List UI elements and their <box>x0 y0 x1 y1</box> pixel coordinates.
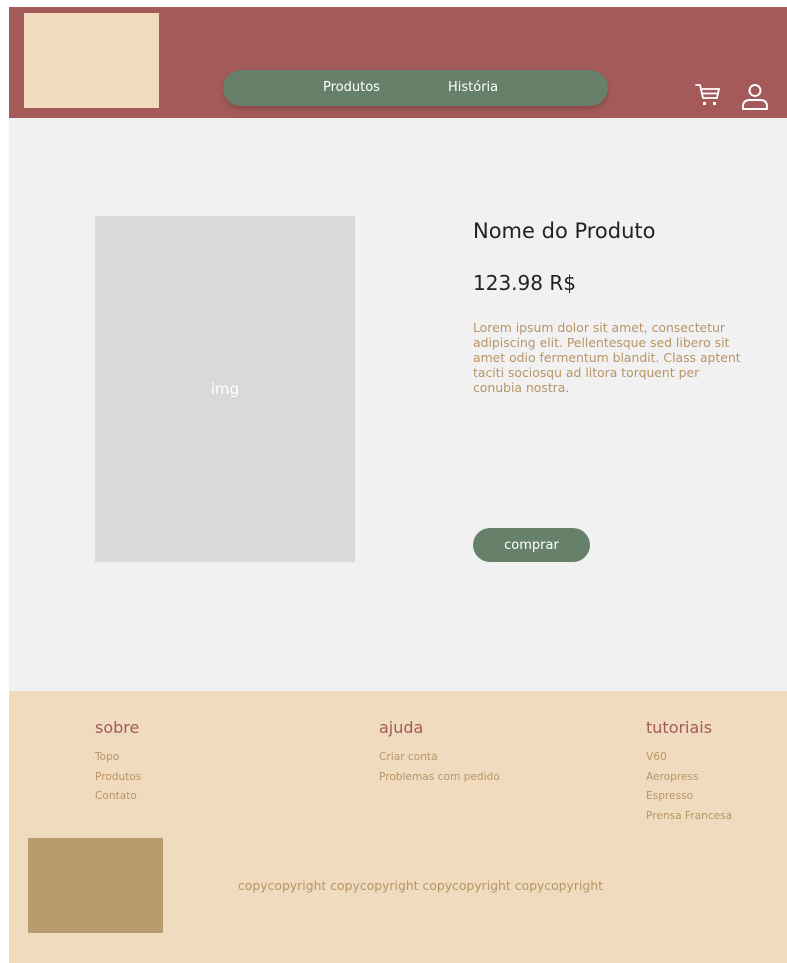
product-name: Nome do Produto <box>473 219 656 243</box>
product-price: 123.98 R$ <box>473 271 576 295</box>
footer-link-produtos[interactable]: Produtos <box>95 768 141 788</box>
product-image-label: img <box>210 380 240 398</box>
footer-link-v60[interactable]: V60 <box>646 748 732 768</box>
site-logo[interactable] <box>24 13 159 108</box>
footer-link-espresso[interactable]: Espresso <box>646 787 732 807</box>
footer-column-tutoriais: tutoriais V60 Aeropress Espresso Prensa … <box>646 718 732 826</box>
cart-icon[interactable] <box>695 81 721 111</box>
page: Produtos História img Nome do Produto 12… <box>9 7 787 963</box>
footer-column-sobre: sobre Topo Produtos Contato <box>95 718 141 807</box>
product-description: Lorem ipsum dolor sit amet, consectetur … <box>473 320 741 395</box>
site-header: Produtos História <box>9 7 787 118</box>
user-icon[interactable] <box>740 82 770 112</box>
footer-logo <box>28 838 163 933</box>
copyright-text: copycopyright copycopyright copycopyrigh… <box>238 878 603 893</box>
footer-link-prensa-francesa[interactable]: Prensa Francesa <box>646 807 732 827</box>
nav-link-produtos[interactable]: Produtos <box>323 80 380 96</box>
footer-link-criar-conta[interactable]: Criar conta <box>379 748 500 768</box>
buy-button[interactable]: comprar <box>473 528 590 562</box>
nav-link-historia[interactable]: História <box>448 80 498 96</box>
site-footer: sobre Topo Produtos Contato ajuda Criar … <box>9 691 787 963</box>
footer-link-aeropress[interactable]: Aeropress <box>646 768 732 788</box>
footer-column-ajuda: ajuda Criar conta Problemas com pedido <box>379 718 500 787</box>
footer-heading-tutoriais: tutoriais <box>646 718 713 737</box>
product-image: img <box>95 216 355 562</box>
main-nav: Produtos História <box>223 70 608 106</box>
footer-heading-ajuda: ajuda <box>379 718 424 737</box>
footer-link-contato[interactable]: Contato <box>95 787 141 807</box>
footer-link-problemas-com-pedido[interactable]: Problemas com pedido <box>379 768 500 788</box>
footer-link-topo[interactable]: Topo <box>95 748 141 768</box>
footer-heading-sobre: sobre <box>95 718 140 737</box>
